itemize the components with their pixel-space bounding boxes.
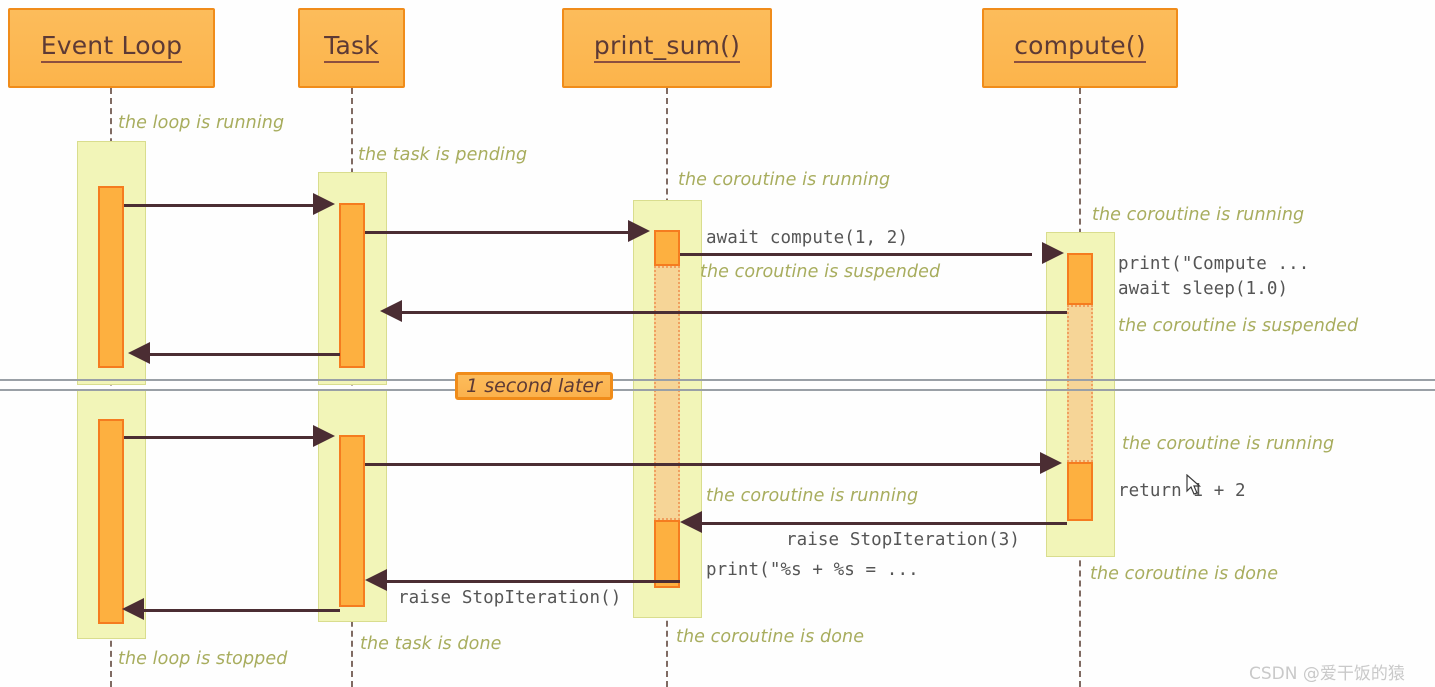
- participant-event-loop[interactable]: Event Loop: [8, 8, 215, 88]
- note-coroutine-suspended-print-sum: the coroutine is suspended: [700, 262, 941, 282]
- participant-compute[interactable]: compute(): [982, 8, 1178, 88]
- message-line-m2: [365, 231, 630, 234]
- message-line-m1: [124, 204, 317, 207]
- activation-print-sum-running-2: [654, 520, 680, 588]
- message-line-m7: [365, 463, 1043, 466]
- csdn-watermark: CSDN @爱干饭的猿: [1249, 664, 1405, 684]
- activation-event-loop-upper: [98, 186, 124, 368]
- divider-label: 1 second later: [466, 375, 602, 397]
- note-coroutine-done-compute: the coroutine is done: [1090, 564, 1279, 584]
- arrowhead-m7: [1040, 452, 1062, 474]
- note-loop-stopped: the loop is stopped: [118, 649, 288, 669]
- code-label-raise-stop-iteration: raise StopIteration(): [398, 588, 622, 608]
- activation-print-sum-running-1: [654, 230, 680, 266]
- participant-label-print-sum: print_sum(): [593, 33, 741, 63]
- participant-print-sum[interactable]: print_sum(): [562, 8, 772, 88]
- message-line-m6: [124, 436, 317, 439]
- note-coroutine-suspended-compute: the coroutine is suspended: [1118, 316, 1359, 336]
- message-line-m3: [680, 253, 1032, 256]
- arrowhead-m6: [313, 425, 335, 447]
- code-label-raise-stop-iteration-3: raise StopIteration(3): [786, 530, 1020, 550]
- message-line-m5: [150, 353, 340, 356]
- code-label-await-compute: await compute(1, 2): [706, 228, 909, 248]
- note-task-done: the task is done: [360, 634, 502, 654]
- participant-label-task: Task: [324, 33, 379, 63]
- divider-rule-top: [0, 379, 1435, 381]
- note-coroutine-running-compute-2: the coroutine is running: [1122, 434, 1335, 454]
- note-coroutine-running-print-sum: the coroutine is running: [678, 170, 891, 190]
- participant-label-compute: compute(): [1014, 33, 1146, 63]
- message-line-m4: [400, 311, 1067, 314]
- activation-task-lower: [339, 435, 365, 607]
- message-line-m8: [700, 522, 1067, 525]
- divider-1-second-later: 1 second later: [455, 372, 613, 400]
- divider-rule-bottom: [0, 389, 1435, 391]
- participant-label-event-loop: Event Loop: [40, 33, 183, 63]
- code-label-compute-body: print("Compute ... await sleep(1.0): [1118, 254, 1310, 300]
- arrowhead-m10: [122, 598, 144, 620]
- note-loop-running: the loop is running: [118, 113, 285, 133]
- message-line-m9: [385, 580, 680, 583]
- activation-task-upper: [339, 203, 365, 368]
- note-coroutine-running-print-sum-2: the coroutine is running: [706, 486, 919, 506]
- code-label-print-result: print("%s + %s = ...: [706, 560, 919, 580]
- activation-print-sum-suspended: [654, 266, 680, 520]
- participant-task[interactable]: Task: [298, 8, 405, 88]
- arrowhead-m9: [365, 569, 387, 591]
- arrowhead-m2: [628, 220, 650, 242]
- note-coroutine-running-compute: the coroutine is running: [1092, 205, 1305, 225]
- activation-compute-suspended: [1067, 305, 1093, 462]
- arrowhead-m4: [380, 300, 402, 322]
- mouse-cursor-icon: [1186, 474, 1202, 495]
- note-task-pending: the task is pending: [358, 145, 528, 165]
- note-coroutine-done-print-sum: the coroutine is done: [676, 627, 865, 647]
- activation-compute-running-1: [1067, 253, 1093, 305]
- code-label-return-sum: return 1 + 2: [1118, 481, 1246, 501]
- activation-compute-running-2: [1067, 462, 1093, 521]
- sequence-diagram-canvas: Event Loop Task print_sum() compute() th…: [0, 0, 1435, 687]
- arrowhead-m3: [1042, 242, 1064, 264]
- arrowhead-m5: [128, 342, 150, 364]
- arrowhead-m8: [680, 511, 702, 533]
- arrowhead-m1: [313, 193, 335, 215]
- message-line-m10: [144, 609, 340, 612]
- activation-event-loop-lower: [98, 419, 124, 624]
